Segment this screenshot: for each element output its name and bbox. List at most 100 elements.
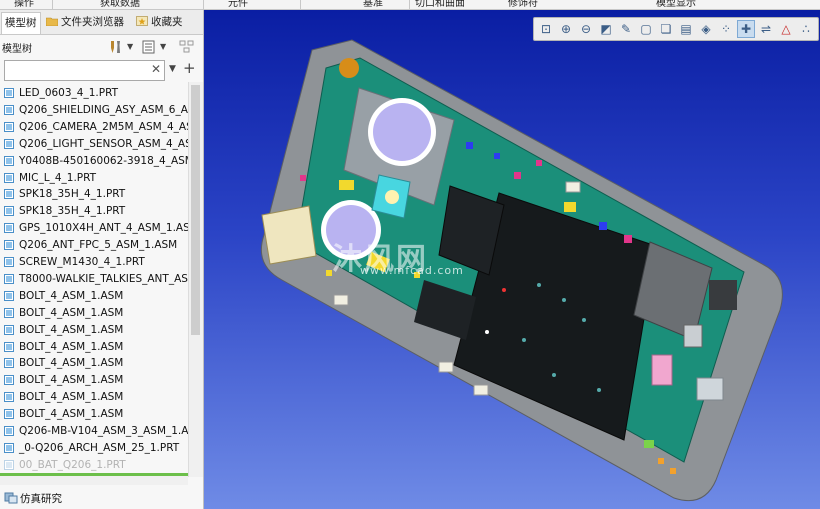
tree-search-input[interactable]: ✕	[4, 60, 165, 81]
tab-folder-browser[interactable]: 文件夹浏览器	[46, 12, 124, 33]
tree-item-label: Q206_SHIELDING_ASY_ASM_6_ASM	[19, 103, 188, 116]
tree-item-label: 00_BAT_Q206_1.PRT	[19, 458, 126, 471]
tree-item[interactable]: Y0408B-450160062-3918_4_ASM_1	[0, 153, 188, 170]
tree-item-label: Q206_ANT_FPC_5_ASM_1.ASM	[19, 239, 178, 252]
tree-item[interactable]: SPK18_35H_4_1.PRT	[0, 203, 188, 220]
clear-search-icon[interactable]: ✕	[151, 62, 161, 76]
tree-item-label: Y0408B-450160062-3918_4_ASM_1	[19, 154, 188, 167]
datum-display-icon[interactable]: ⁘	[718, 21, 734, 37]
tree-item[interactable]: Q206_ANT_FPC_5_ASM_1.ASM	[0, 237, 188, 254]
part-icon	[4, 155, 14, 166]
tree-item[interactable]: 00_BAT_Q206_1.PRT	[0, 457, 188, 472]
tree-horizontal-scrollbar[interactable]	[0, 476, 188, 485]
tree-item[interactable]: T8000-WALKIE_TALKIES_ANT_ASM_	[0, 271, 188, 288]
tree-item-label: BOLT_4_ASM_1.ASM	[19, 357, 124, 370]
pcb-assembly-model[interactable]	[204, 10, 820, 509]
tree-item[interactable]: BOLT_4_ASM_1.ASM	[0, 389, 188, 406]
tree-columns-icon[interactable]	[179, 39, 195, 55]
menu-model-display[interactable]: 模型显示	[656, 0, 696, 9]
annotation-display-icon[interactable]: ⇌	[758, 21, 774, 37]
menu-datum[interactable]: 基准	[363, 0, 383, 9]
add-filter-icon[interactable]: +	[183, 59, 196, 77]
tree-item-label: LED_0603_4_1.PRT	[19, 87, 119, 99]
tree-item[interactable]: Q206-MB-V104_ASM_3_ASM_1.ASM	[0, 423, 188, 440]
part-icon	[4, 138, 14, 149]
zoom-fit-icon[interactable]: ⊡	[538, 21, 554, 37]
perspective-icon[interactable]: ✎	[618, 21, 634, 37]
scrollbar-thumb[interactable]	[191, 85, 200, 335]
tree-item[interactable]: Q206_SHIELDING_ASY_ASM_6_ASM	[0, 102, 188, 119]
tree-item[interactable]: BOLT_4_ASM_1.ASM	[0, 288, 188, 305]
tree-item[interactable]: MIC_L_4_1.PRT	[0, 170, 188, 187]
model-tree-title: 模型树	[2, 44, 32, 55]
part-icon	[4, 409, 14, 420]
point-display-icon[interactable]: ∴	[798, 21, 814, 37]
shading-icon[interactable]: ▢	[638, 21, 654, 37]
chevron-down-icon[interactable]: ▼	[169, 64, 176, 74]
saved-orientation-icon[interactable]: ▤	[678, 21, 694, 37]
part-icon	[4, 104, 14, 115]
chevron-down-icon[interactable]: ▼	[127, 42, 133, 51]
tree-vertical-scrollbar[interactable]	[188, 82, 203, 477]
menu-operations[interactable]: 操作	[14, 0, 34, 9]
tree-item[interactable]: Q206_CAMERA_2M5M_ASM_4_ASM	[0, 119, 188, 136]
chevron-down-icon[interactable]: ▼	[160, 42, 166, 51]
tree-item-label: Q206_LIGHT_SENSOR_ASM_4_ASM	[19, 137, 188, 150]
menu-cut-surface[interactable]: 切口和曲面	[415, 0, 465, 9]
tree-item[interactable]: _0-Q206_ARCH_ASM_25_1.PRT	[0, 440, 188, 457]
spin-center-icon[interactable]: ✚	[737, 20, 755, 38]
tree-item[interactable]: GPS_1010X4H_ANT_4_ASM_1.ASM	[0, 220, 188, 237]
tab-favorites[interactable]: 收藏夹	[136, 12, 183, 33]
tree-item[interactable]: BOLT_4_ASM_1.ASM	[0, 339, 188, 356]
tree-item[interactable]: BOLT_4_ASM_1.ASM	[0, 406, 188, 423]
tree-item-label: BOLT_4_ASM_1.ASM	[19, 391, 124, 404]
model-tree-header: 模型树 ▼ ▼	[0, 36, 203, 58]
view-toolbar: ⊡ ⊕ ⊖ ◩ ✎ ▢ ❏ ▤ ◈ ⁘ ✚ ⇌ △ ∴	[533, 17, 819, 41]
show-list-icon[interactable]	[141, 39, 157, 55]
menu-get-data[interactable]: 获取数据	[100, 0, 140, 9]
navigator-panel: 模型树 文件夹浏览器 收藏夹 模型树 ▼ ▼ ✕ ▼ + LED_0603_4_…	[0, 10, 204, 509]
graphics-window[interactable]: ⊡ ⊕ ⊖ ◩ ✎ ▢ ❏ ▤ ◈ ⁘ ✚ ⇌ △ ∴ 沐风网 www.mfcad.com	[204, 10, 820, 509]
simulation-study-label: 仿真研究	[20, 493, 62, 505]
part-icon	[4, 223, 14, 234]
tree-item[interactable]: Q206_LIGHT_SENSOR_ASM_4_ASM	[0, 136, 188, 153]
tree-item[interactable]: BOLT_4_ASM_1.ASM	[0, 305, 188, 322]
tree-item-label: BOLT_4_ASM_1.ASM	[19, 374, 124, 387]
tree-item-label: BOLT_4_ASM_1.ASM	[19, 408, 124, 421]
menu-modifiers[interactable]: 修饰符	[508, 0, 538, 9]
part-icon	[4, 426, 14, 436]
watermark-url: www.mfcad.com	[360, 264, 464, 277]
part-icon	[4, 88, 14, 98]
part-icon	[4, 257, 14, 267]
simulation-study-icon	[4, 492, 18, 504]
view-manager-icon[interactable]: ◈	[698, 21, 714, 37]
part-icon	[4, 189, 14, 200]
tree-item-label: _0-Q206_ARCH_ASM_25_1.PRT	[19, 441, 180, 454]
tree-item[interactable]: BOLT_4_ASM_1.ASM	[0, 322, 188, 339]
tree-item[interactable]: SCREW_M1430_4_1.PRT	[0, 254, 188, 271]
repaint-icon[interactable]: ◩	[598, 21, 614, 37]
part-icon	[4, 206, 14, 217]
tab-model-tree[interactable]: 模型树	[1, 12, 41, 34]
ribbon-group-bar: 操作 获取数据 元件 基准 切口和曲面 修饰符 模型显示	[0, 0, 820, 10]
part-icon	[4, 392, 14, 403]
axis-display-icon[interactable]: △	[778, 21, 794, 37]
tree-item-label: SCREW_M1430_4_1.PRT	[19, 256, 145, 268]
model-tree: LED_0603_4_1.PRT Q206_SHIELDING_ASY_ASM_6…	[0, 82, 188, 472]
part-icon	[4, 324, 14, 335]
part-icon	[4, 172, 14, 183]
simulation-study-panel[interactable]: 仿真研究	[0, 487, 203, 509]
divider	[52, 0, 53, 9]
tree-item-label: GPS_1010X4H_ANT_4_ASM_1.ASM	[19, 222, 188, 235]
tree-item[interactable]: BOLT_4_ASM_1.ASM	[0, 355, 188, 372]
tree-item[interactable]: SPK18_35H_4_1.PRT	[0, 186, 188, 203]
tree-item[interactable]: LED_0603_4_1.PRT	[0, 85, 188, 102]
zoom-out-icon[interactable]: ⊖	[578, 21, 594, 37]
named-view-icon[interactable]: ❏	[658, 21, 674, 37]
menu-component[interactable]: 元件	[228, 0, 248, 9]
zoom-in-icon[interactable]: ⊕	[558, 21, 574, 37]
tree-item[interactable]: BOLT_4_ASM_1.ASM	[0, 372, 188, 389]
tree-settings-icon[interactable]	[108, 39, 124, 55]
tree-item-label: BOLT_4_ASM_1.ASM	[19, 306, 124, 319]
tree-item-label: BOLT_4_ASM_1.ASM	[19, 323, 124, 336]
